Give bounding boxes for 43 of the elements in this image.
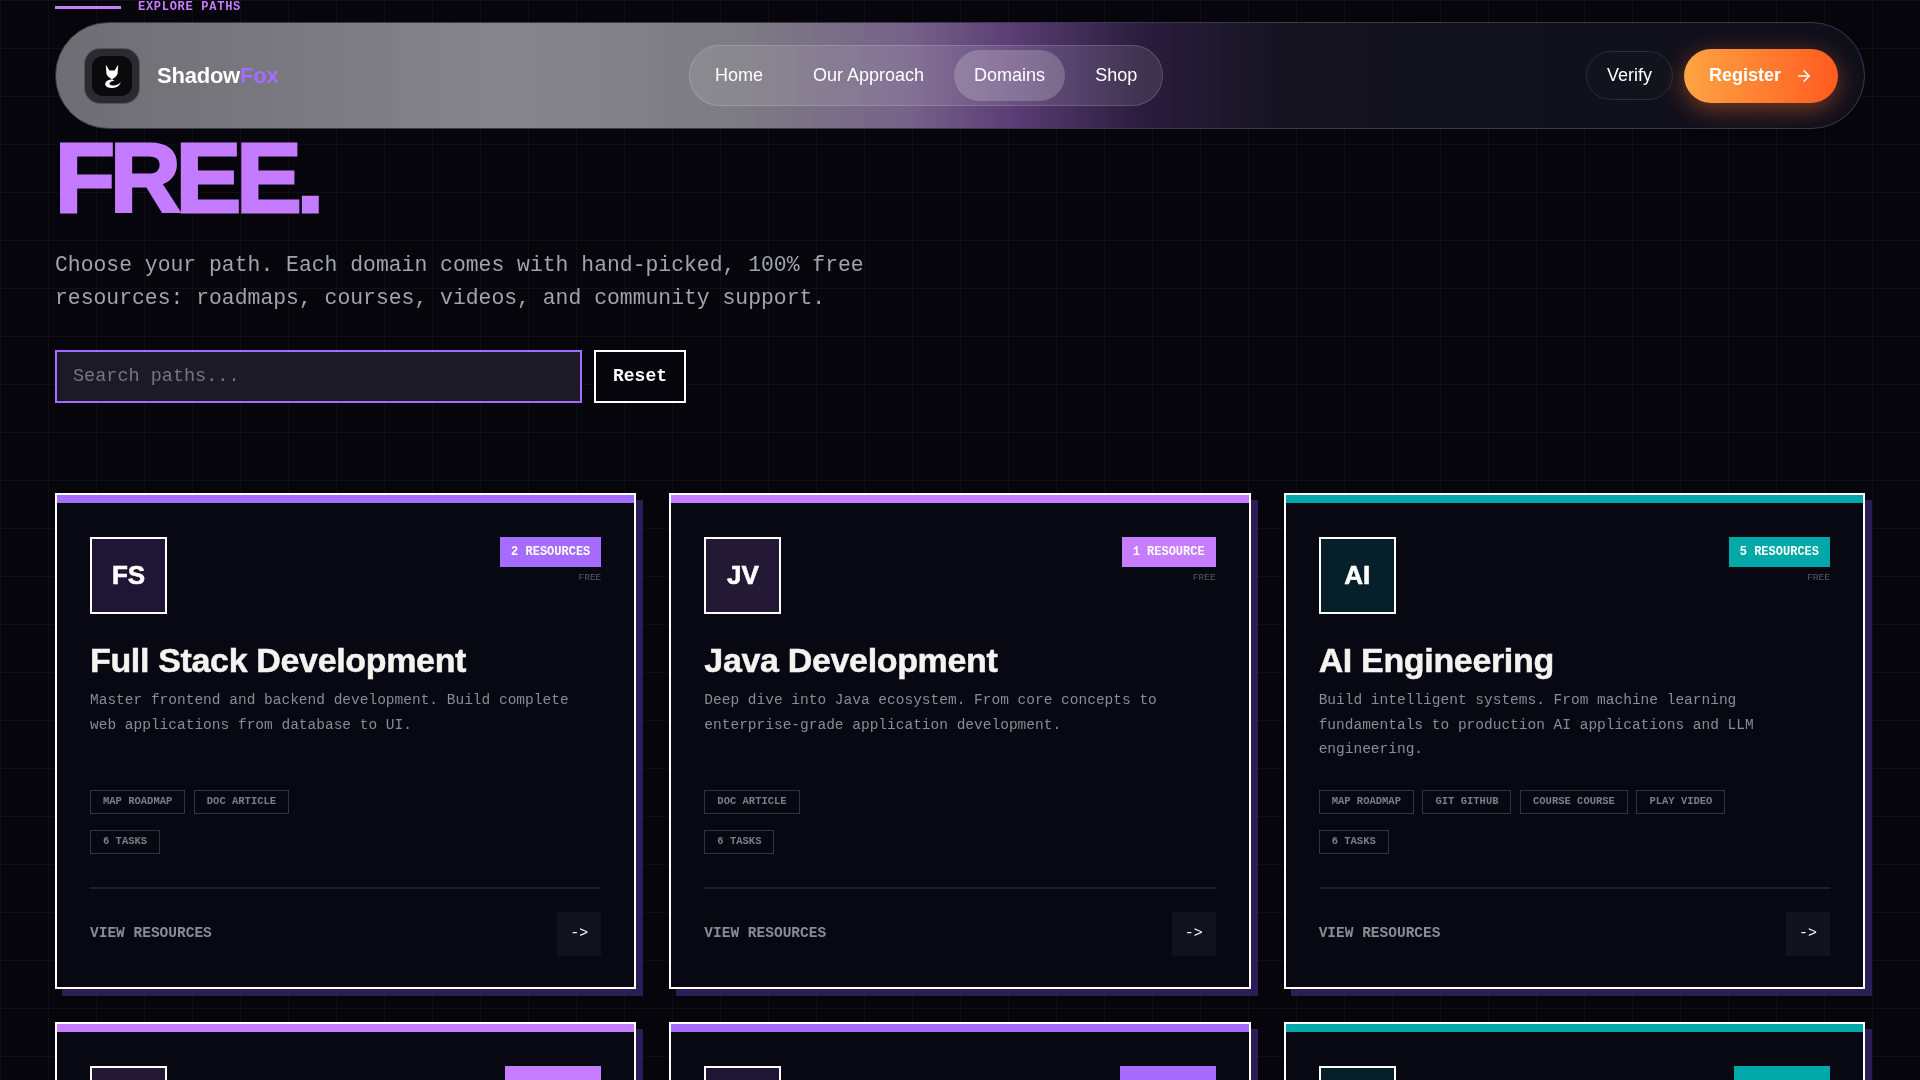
nav-link[interactable]: Home <box>695 50 783 101</box>
reset-button[interactable]: Reset <box>594 350 686 403</box>
search-field[interactable]: Search paths... <box>55 350 582 403</box>
card-description: Master frontend and backend development. Build complete web applications from database to UI. <box>90 691 570 735</box>
nav-link[interactable]: Domains <box>954 50 1066 101</box>
arrow-button[interactable]: -> <box>557 912 602 956</box>
verify-button[interactable]: Verify <box>1585 51 1673 100</box>
hero-title: FREE. <box>55 129 320 227</box>
card-title: AI Engineering <box>1318 642 1555 679</box>
card-description: Build intelligent systems. From machine learning fundamentals to production AI applications and LLM engineering. <box>1318 691 1755 759</box>
fox-logo-icon <box>84 47 140 104</box>
resource-tag: MAP ROADMAP <box>1318 790 1414 814</box>
hero-subtitle: Choose your path. Each domain comes with hand-picked, 100% free resources: roadmaps, courses, videos, and community support. <box>55 252 865 312</box>
task-count-tag: 6 TASKS <box>704 830 775 854</box>
task-count-tag: 6 TASKS <box>1318 830 1389 854</box>
price-label: FREE <box>1807 573 1830 583</box>
arrow-button[interactable]: -> <box>1786 912 1830 956</box>
initials-tile: AI <box>1318 537 1396 614</box>
nav-link[interactable]: Shop <box>1075 50 1158 101</box>
brand-name[interactable]: ShadowFox <box>157 59 279 92</box>
section-label: EXPLORE PATHS <box>138 1 241 13</box>
price-label: FREE <box>578 573 602 583</box>
resource-tag: GIT GITHUB <box>1422 790 1512 814</box>
resource-tag: COURSE COURSE <box>1520 790 1628 814</box>
initials-tile: FS <box>90 537 167 614</box>
resource-tag: MAP ROADMAP <box>90 790 186 814</box>
task-count-tag: 6 TASKS <box>90 830 161 854</box>
card-title: Full Stack Development <box>90 642 468 679</box>
view-resources-link[interactable]: VIEW RESOURCES <box>1318 923 1441 945</box>
resource-tag: PLAY VIDEO <box>1636 790 1726 814</box>
resource-tag: DOC ARTICLE <box>704 790 800 814</box>
view-resources-link[interactable]: VIEW RESOURCES <box>90 923 212 945</box>
price-label: FREE <box>1192 573 1216 583</box>
resource-tag: DOC ARTICLE <box>193 790 290 814</box>
initials-tile: JV <box>704 537 782 614</box>
arrow-button[interactable]: -> <box>1171 912 1216 956</box>
view-resources-link[interactable]: VIEW RESOURCES <box>704 923 827 945</box>
resource-count-badge: 5 RESOURCES <box>1728 537 1830 567</box>
resource-count-badge: 2 RESOURCES <box>500 537 602 567</box>
card-description: Deep dive into Java ecosystem. From core concepts to enterprise-grade application development. <box>704 691 1158 735</box>
nav-link[interactable]: Our Approach <box>793 50 945 101</box>
card-title: Java Development <box>704 642 999 679</box>
resource-count-badge: 1 RESOURCE <box>1121 537 1216 567</box>
